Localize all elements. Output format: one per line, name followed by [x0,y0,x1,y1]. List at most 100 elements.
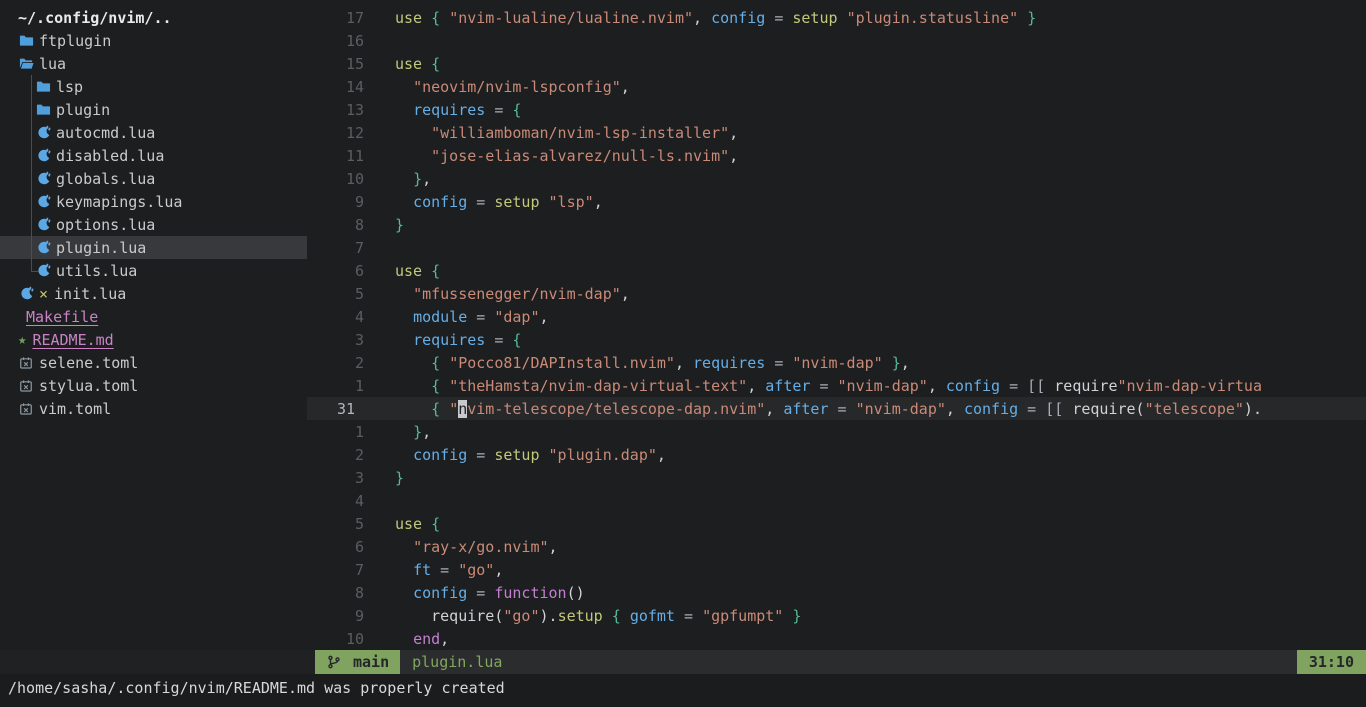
code-line[interactable]: 14 "neovim/nvim-lspconfig", [307,75,1366,98]
tree-items: ftpluginlualsppluginautocmd.luadisabled.… [0,29,307,420]
code-line[interactable]: 10 }, [307,167,1366,190]
code-text: use { [375,262,1366,280]
code-token: } [413,170,422,188]
tree-item-lua[interactable]: lua [0,52,307,75]
code-line[interactable]: 16 [307,29,1366,52]
code-line[interactable]: 1 { "theHamsta/nvim-dap-virtual-text", a… [307,374,1366,397]
lua-icon [35,217,51,233]
tree-indent-guide [18,121,35,144]
code-token [603,607,612,625]
tree-item-init-lua[interactable]: ×init.lua [0,282,307,305]
code-token: config [946,377,1000,395]
code-token: { [512,101,521,119]
tree-item-vim-toml[interactable]: vim.toml [0,397,307,420]
code-line[interactable]: 6use { [307,259,1366,282]
code-line[interactable]: 3} [307,466,1366,489]
tree-item-options-lua[interactable]: options.lua [0,213,307,236]
code-line[interactable]: 3 requires = { [307,328,1366,351]
code-line[interactable]: 11 "jose-elias-alvarez/null-ls.nvim", [307,144,1366,167]
code-token: requires [413,331,485,349]
tree-item-label: keymapings.lua [56,193,182,211]
code-token [467,308,476,326]
tree-item-plugin[interactable]: plugin [0,98,307,121]
line-number: 3 [307,469,375,487]
code-line[interactable]: 7 ft = "go", [307,558,1366,581]
tree-item-autocmd-lua[interactable]: autocmd.lua [0,121,307,144]
line-number: 6 [307,262,375,280]
code-token: , [422,170,431,188]
line-number: 13 [307,101,375,119]
statusline: main plugin.lua 31:10 [307,650,1366,674]
code-line[interactable]: 9 require("go").setup { gofmt = "gpfumpt… [307,604,1366,627]
code-line[interactable]: 8 config = function() [307,581,1366,604]
code-line[interactable]: 4 [307,489,1366,512]
toml-icon [18,378,34,394]
code-token [395,331,413,349]
code-token: require( [395,607,503,625]
line-number: 17 [307,9,375,27]
code-line[interactable]: 7 [307,236,1366,259]
folder-icon [35,102,51,118]
tree-indent-guide [18,236,35,259]
code-text: use { [375,515,1366,533]
code-line[interactable]: 2 config = setup "plugin.dap", [307,443,1366,466]
lua-icon [18,286,34,302]
code-token: gofmt [630,607,675,625]
tree-item-lsp[interactable]: lsp [0,75,307,98]
code-token: , [747,377,765,395]
code-token: [[ [1027,377,1045,395]
code-token: } [395,216,404,234]
code-token: config [413,446,467,464]
folder-open-icon [18,56,34,72]
modified-marker: × [39,285,48,303]
code-line[interactable]: 10 end, [307,627,1366,650]
code-line[interactable]: 4 module = "dap", [307,305,1366,328]
code-text: end, [375,630,1366,648]
code-token: , [549,538,558,556]
code-token: , [621,78,630,96]
code-token: , [765,400,783,418]
code-line[interactable]: 12 "williamboman/nvim-lsp-installer", [307,121,1366,144]
tree-item-keymapings-lua[interactable]: keymapings.lua [0,190,307,213]
tree-item-stylua-toml[interactable]: stylua.toml [0,374,307,397]
code-token: "lsp" [549,193,594,211]
tree-item-readme-md[interactable]: ★README.md [0,328,307,351]
code-line[interactable]: 15use { [307,52,1366,75]
line-number: 10 [307,170,375,188]
code-line[interactable]: 2 { "Pocco81/DAPInstall.nvim", requires … [307,351,1366,374]
code-text: }, [375,423,1366,441]
code-line-current[interactable]: 31 { "nvim-telescope/telescope-dap.nvim"… [307,397,1366,420]
code-line[interactable]: 17use { "nvim-lualine/lualine.nvim", con… [307,6,1366,29]
code-line[interactable]: 13 requires = { [307,98,1366,121]
code-line[interactable]: 5 "mfussenegger/nvim-dap", [307,282,1366,305]
line-number: 1 [307,423,375,441]
line-number: 1 [307,377,375,395]
editor-buffer[interactable]: 17use { "nvim-lualine/lualine.nvim", con… [307,0,1366,650]
tree-item-disabled-lua[interactable]: disabled.lua [0,144,307,167]
line-number: 2 [307,354,375,372]
tree-item-ftplugin[interactable]: ftplugin [0,29,307,52]
code-token [828,377,837,395]
tree-root-path[interactable]: ~/.config/nvim/.. [0,6,307,29]
tree-item-utils-lua[interactable]: utils.lua [0,259,307,282]
code-line[interactable]: 1 }, [307,420,1366,443]
tree-item-globals-lua[interactable]: globals.lua [0,167,307,190]
code-line[interactable]: 6 "ray-x/go.nvim", [307,535,1366,558]
code-line[interactable]: 8} [307,213,1366,236]
code-token: config [711,9,765,27]
code-token [765,9,774,27]
tree-item-selene-toml[interactable]: selene.toml [0,351,307,374]
code-token [621,607,630,625]
code-token [440,9,449,27]
lua-icon [35,125,51,141]
tree-item-plugin-lua[interactable]: plugin.lua [0,236,307,259]
statusbar: main plugin.lua 31:10 [0,650,1366,674]
tree-item-label: vim.toml [39,400,111,418]
code-token: } [892,354,901,372]
code-line[interactable]: 9 config = setup "lsp", [307,190,1366,213]
tree-indent-guide [18,167,35,190]
code-line[interactable]: 5use { [307,512,1366,535]
code-token: after [783,400,828,418]
code-token: "dap" [494,308,539,326]
tree-item-makefile[interactable]: Makefile [0,305,307,328]
